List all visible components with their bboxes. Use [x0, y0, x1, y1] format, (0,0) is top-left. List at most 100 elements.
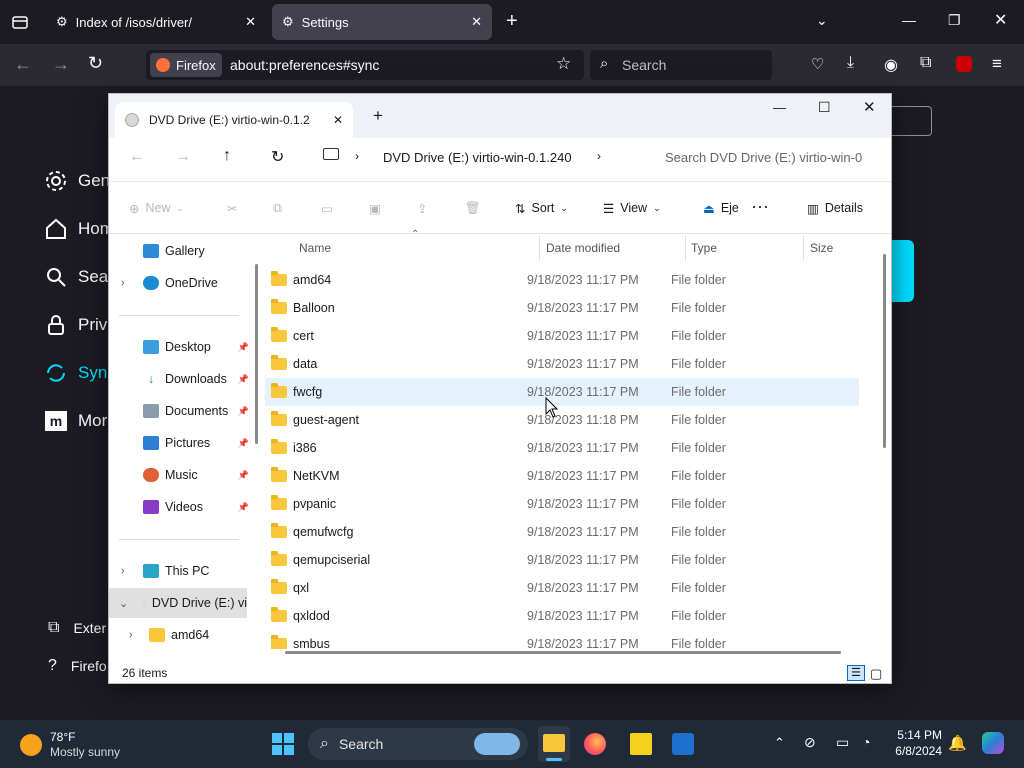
pocket-icon[interactable]: ♡	[811, 55, 824, 73]
forward-icon[interactable]: →	[52, 54, 70, 75]
nav-music[interactable]: Music 📌	[109, 460, 259, 490]
column-divider[interactable]	[803, 235, 804, 261]
nav-gallery[interactable]: Gallery	[109, 236, 259, 266]
file-list-vertical-scrollbar[interactable]	[883, 254, 886, 448]
file-row[interactable]: guest-agent 9/18/2023 11:18 PM File folder	[265, 406, 859, 434]
pref-sync[interactable]: Sync	[44, 358, 116, 388]
close-window-button[interactable]: ✕	[994, 10, 1007, 30]
details-view-icon[interactable]: ☰	[847, 665, 865, 681]
pref-more-mozilla[interactable]: m Mor	[44, 406, 107, 436]
search-bar[interactable]	[590, 50, 772, 80]
eject-button[interactable]: ⏏ Eje	[703, 196, 739, 220]
explorer-search-box[interactable]: Search DVD Drive (E:) virtio-win-0	[649, 142, 889, 172]
delete-button[interactable]: 🗑	[465, 196, 481, 220]
back-icon[interactable]: ←	[129, 148, 145, 166]
column-divider[interactable]	[685, 235, 686, 261]
close-window-button[interactable]: ✕	[863, 98, 876, 116]
file-row[interactable]: qxldod 9/18/2023 11:17 PM File folder	[265, 602, 859, 630]
column-header-type[interactable]: Type	[691, 235, 717, 261]
taskbar-search-box[interactable]: ⌕ Search	[308, 728, 528, 760]
new-tab-button[interactable]: +	[506, 10, 518, 33]
column-header-date[interactable]: Date modified	[546, 235, 620, 261]
minimize-button[interactable]: —	[902, 12, 916, 28]
file-row[interactable]: fwcfg 9/18/2023 11:17 PM File folder	[265, 378, 859, 406]
column-header-size[interactable]: Size	[810, 235, 833, 261]
file-row[interactable]: Balloon 9/18/2023 11:17 PM File folder	[265, 294, 859, 322]
show-hidden-icons[interactable]: ⌃	[774, 735, 785, 751]
minimize-button[interactable]: —	[773, 100, 786, 115]
reload-icon[interactable]: ↻	[88, 53, 103, 74]
nav-downloads[interactable]: ↓ Downloads 📌	[109, 364, 259, 394]
start-button[interactable]	[272, 733, 294, 755]
explorer-tab[interactable]: DVD Drive (E:) virtio-win-0.1.2 ✕	[115, 102, 353, 138]
pin-icon[interactable]: 📌	[238, 502, 249, 513]
share-button[interactable]: ⇪	[417, 196, 427, 220]
pin-icon[interactable]: 📌	[238, 438, 249, 449]
list-all-tabs-icon[interactable]: ⌄	[816, 12, 828, 29]
file-row[interactable]: NetKVM 9/18/2023 11:17 PM File folder	[265, 462, 859, 490]
pin-icon[interactable]: 📌	[238, 406, 249, 417]
tab-settings[interactable]: ⚙ Settings ✕	[272, 4, 492, 40]
url-text[interactable]: about:preferences#sync	[230, 57, 379, 73]
nav-onedrive[interactable]: › OneDrive	[109, 268, 259, 298]
network-icon[interactable]: ⊘	[804, 734, 816, 751]
file-row[interactable]: cert 9/18/2023 11:17 PM File folder	[265, 322, 859, 350]
pref-firefox-support[interactable]: ? Firefo	[44, 651, 107, 681]
new-button[interactable]: ⊕ New ⌄	[129, 196, 184, 220]
weather-widget[interactable]: 78°F Mostly sunny	[18, 730, 148, 762]
extensions-icon[interactable]: ⧉	[920, 54, 931, 72]
cut-button[interactable]: ✂	[227, 196, 237, 220]
sticky-notes-taskbar-icon[interactable]	[630, 733, 652, 755]
tiles-view-icon[interactable]: ▢	[870, 666, 882, 682]
pin-icon[interactable]: 📌	[238, 470, 249, 481]
pref-general[interactable]: Gen	[44, 166, 110, 196]
pin-icon[interactable]: 📌	[238, 342, 249, 353]
file-row[interactable]: i386 9/18/2023 11:17 PM File folder	[265, 434, 859, 462]
file-row[interactable]: pvpanic 9/18/2023 11:17 PM File folder	[265, 490, 859, 518]
view-button[interactable]: ☰ View ⌄	[603, 196, 661, 220]
rename-button[interactable]: ▣	[369, 196, 381, 220]
file-row[interactable]: data 9/18/2023 11:17 PM File folder	[265, 350, 859, 378]
chevron-right-icon[interactable]: ›	[121, 277, 125, 289]
file-explorer-taskbar-icon[interactable]	[538, 726, 570, 762]
nav-this-pc[interactable]: › This PC	[109, 556, 259, 586]
pref-search[interactable]: Sear	[44, 262, 114, 292]
nav-dvd-drive[interactable]: ⌄ DVD Drive (E:) vi	[109, 588, 247, 618]
nav-desktop[interactable]: Desktop 📌	[109, 332, 259, 362]
menu-icon[interactable]: ≡	[992, 54, 1002, 74]
nav-documents[interactable]: Documents 📌	[109, 396, 259, 426]
back-icon[interactable]: ←	[14, 54, 32, 75]
forward-icon[interactable]: →	[175, 148, 191, 166]
file-row[interactable]: smbus 9/18/2023 11:17 PM File folder	[265, 630, 859, 649]
file-row[interactable]: amd64 9/18/2023 11:17 PM File folder	[265, 266, 859, 294]
notification-bell-icon[interactable]: 🔔	[948, 734, 967, 752]
pin-icon[interactable]: 📌	[238, 374, 249, 385]
breadcrumb[interactable]: DVD Drive (E:) virtio-win-0.1.240	[383, 150, 572, 165]
nav-pictures[interactable]: Pictures 📌	[109, 428, 259, 458]
account-icon[interactable]: ◉	[884, 55, 898, 75]
file-row[interactable]: qemufwcfg 9/18/2023 11:17 PM File folder	[265, 518, 859, 546]
file-row[interactable]: qxl 9/18/2023 11:17 PM File folder	[265, 574, 859, 602]
chevron-down-icon[interactable]: ⌄	[119, 597, 128, 610]
display-icon[interactable]: ▭	[836, 734, 849, 751]
close-tab-icon[interactable]: ✕	[471, 14, 482, 30]
details-button[interactable]: ▥ Details	[807, 196, 863, 220]
pref-extensions-themes[interactable]: ⧉ Exter	[44, 613, 106, 643]
maximize-button[interactable]: ☐	[818, 99, 831, 116]
preferences-search-box[interactable]	[888, 106, 932, 136]
up-icon[interactable]: ↑	[223, 147, 231, 165]
tab-index-isos[interactable]: ⚙ Index of /isos/driver/ ✕	[46, 4, 266, 40]
more-options-button[interactable]: ···	[751, 194, 769, 218]
new-tab-button[interactable]: +	[373, 106, 383, 126]
column-header-name[interactable]: Name	[299, 235, 331, 261]
chevron-right-icon[interactable]: ›	[121, 565, 125, 577]
sync-button-accent[interactable]	[890, 240, 914, 302]
nav-scrollbar[interactable]	[255, 264, 258, 444]
store-taskbar-icon[interactable]	[672, 733, 694, 755]
tab-list-icon[interactable]	[10, 12, 30, 32]
firefox-taskbar-icon[interactable]	[584, 733, 606, 755]
chevron-right-icon[interactable]: ›	[597, 149, 601, 163]
pref-privacy[interactable]: Priva	[44, 310, 117, 340]
downloads-icon[interactable]: ⤓	[847, 54, 854, 72]
copilot-icon[interactable]	[982, 732, 1004, 754]
